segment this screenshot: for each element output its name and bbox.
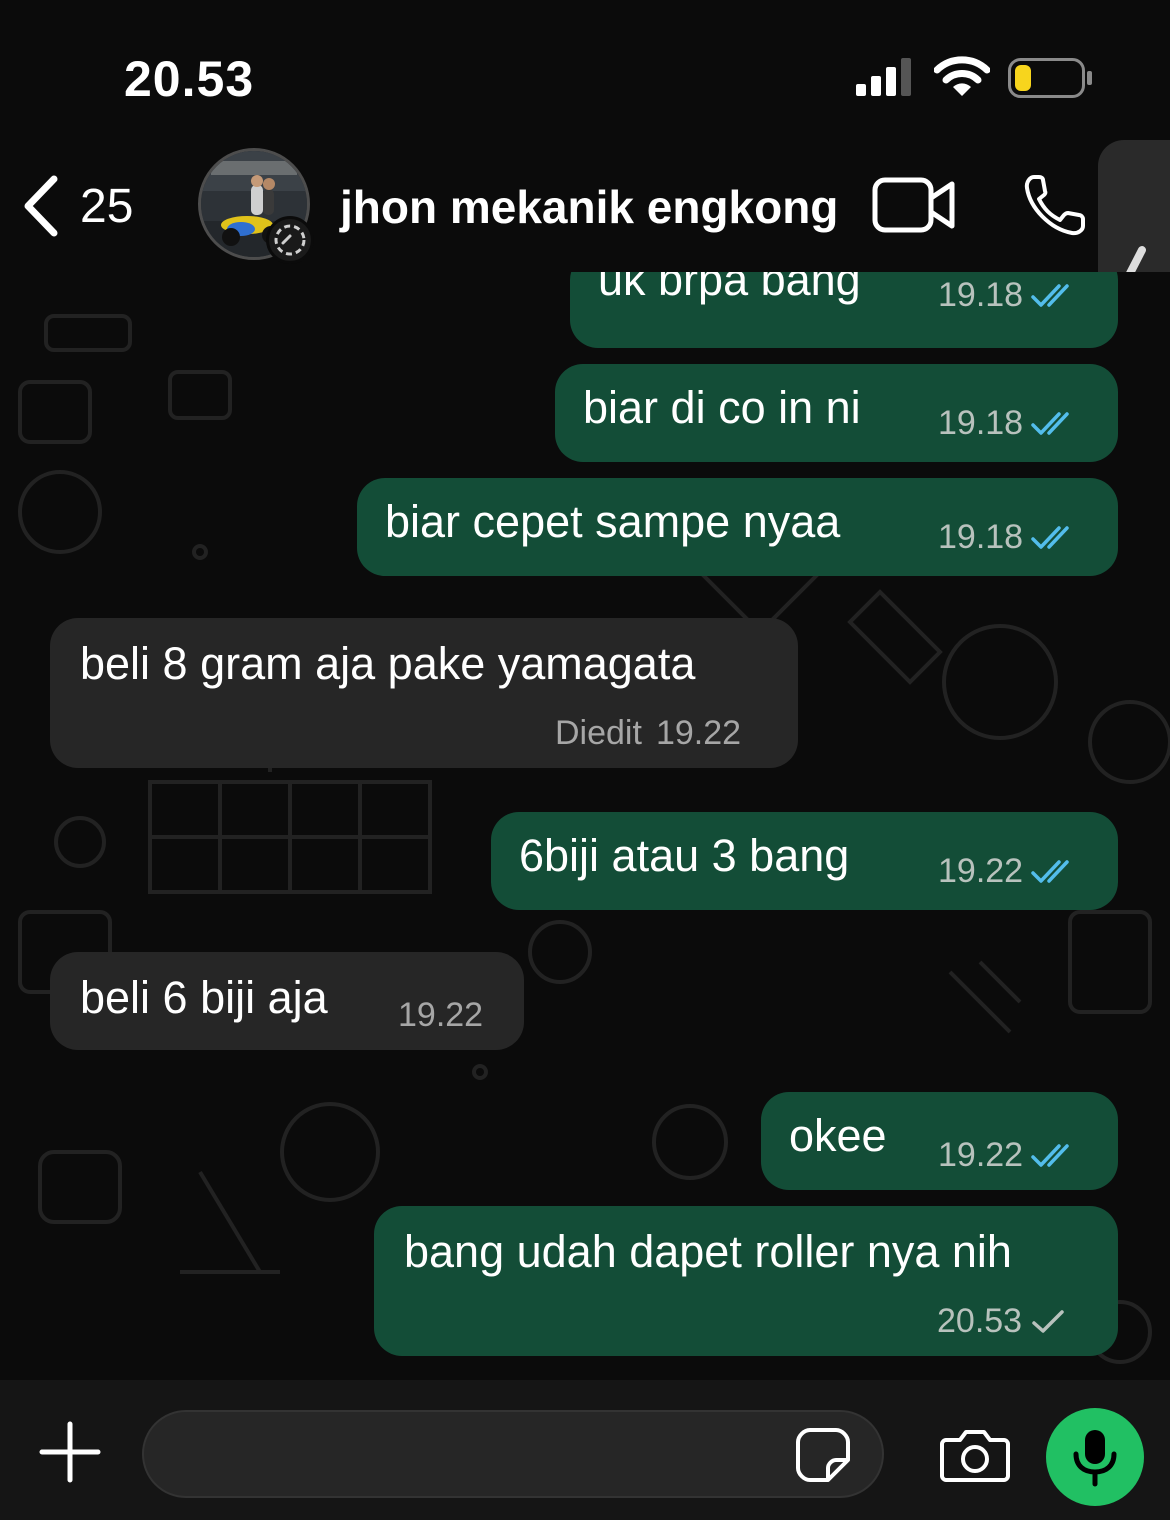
chevron-left-icon <box>24 175 58 237</box>
message-meta: Diedit 19.22 <box>555 714 741 753</box>
double-check-read-icon <box>1031 525 1069 549</box>
message-time: 19.18 <box>938 276 1024 314</box>
status-time: 20.53 <box>124 51 255 107</box>
message-time: 19.22 <box>938 852 1024 890</box>
message-meta: 19.22 <box>398 996 483 1035</box>
message-meta: 19.18 <box>938 404 1079 443</box>
message-bubble-outgoing[interactable]: 6biji atau 3 bang 19.22 <box>491 812 1118 910</box>
edited-label: Diedit <box>555 714 642 752</box>
phone-icon[interactable] <box>1022 172 1088 238</box>
message-text: biar cepet sampe nyaa <box>385 496 841 547</box>
message-text: okee <box>789 1110 887 1161</box>
status-update-icon <box>266 216 314 264</box>
message-input[interactable] <box>142 1410 884 1498</box>
unread-count: 25 <box>80 179 134 233</box>
message-meta: 19.18 <box>938 276 1079 315</box>
battery-icon <box>1008 58 1092 98</box>
message-time: 19.22 <box>398 996 484 1034</box>
message-text: biar di co in ni <box>583 382 861 433</box>
message-meta: 20.53 <box>937 1302 1070 1341</box>
double-check-read-icon <box>1031 1143 1069 1167</box>
message-time: 19.18 <box>938 518 1024 556</box>
double-check-read-icon <box>1031 859 1069 883</box>
message-text: uk brpa bang <box>598 272 861 305</box>
message-meta: 19.22 <box>938 1136 1079 1175</box>
contact-name[interactable]: jhon mekanik engkong <box>340 180 838 234</box>
status-bar: 20.53 <box>0 0 1170 140</box>
message-bubble-outgoing[interactable]: bang udah dapet roller nya nih 20.53 <box>374 1206 1118 1356</box>
message-bubble-incoming[interactable]: beli 6 biji aja 19.22 <box>50 952 524 1050</box>
input-bar <box>0 1380 1170 1520</box>
message-meta: 19.18 <box>938 518 1079 557</box>
message-bubble-outgoing[interactable]: okee 19.22 <box>761 1092 1118 1190</box>
message-meta: 19.22 <box>938 852 1079 891</box>
back-button[interactable]: 25 <box>20 170 140 242</box>
message-time: 19.18 <box>938 404 1024 442</box>
double-check-read-icon <box>1031 283 1069 307</box>
double-check-read-icon <box>1031 411 1069 435</box>
microphone-icon <box>1073 1430 1117 1487</box>
message-bubble-outgoing[interactable]: biar di co in ni 19.18 <box>555 364 1118 462</box>
message-time: 19.22 <box>938 1136 1024 1174</box>
message-list[interactable]: uk brpa bang 19.18 biar di co in ni 19.1… <box>0 272 1170 1380</box>
plus-icon[interactable] <box>38 1420 102 1484</box>
camera-icon[interactable] <box>940 1426 1010 1482</box>
message-text: bang udah dapet roller nya nih <box>404 1226 1012 1277</box>
message-time: 20.53 <box>937 1302 1023 1340</box>
wifi-icon <box>934 56 990 96</box>
voice-message-button[interactable] <box>1046 1408 1144 1506</box>
video-call-icon[interactable] <box>872 176 956 234</box>
message-text: beli 6 biji aja <box>80 972 328 1023</box>
single-check-icon <box>1032 1309 1064 1333</box>
chat-header: 25 jhon mekanik engkong <box>0 140 1170 272</box>
message-time: 19.22 <box>655 714 742 752</box>
message-bubble-incoming[interactable]: beli 8 gram aja pake yamagata Diedit 19.… <box>50 618 798 768</box>
sticker-icon[interactable] <box>794 1426 852 1484</box>
message-bubble-outgoing[interactable]: biar cepet sampe nyaa 19.18 <box>357 478 1118 576</box>
message-text: 6biji atau 3 bang <box>519 830 850 881</box>
message-text: beli 8 gram aja pake yamagata <box>80 638 696 689</box>
message-bubble-outgoing[interactable]: uk brpa bang 19.18 <box>570 272 1118 348</box>
signal-icon <box>856 58 911 96</box>
